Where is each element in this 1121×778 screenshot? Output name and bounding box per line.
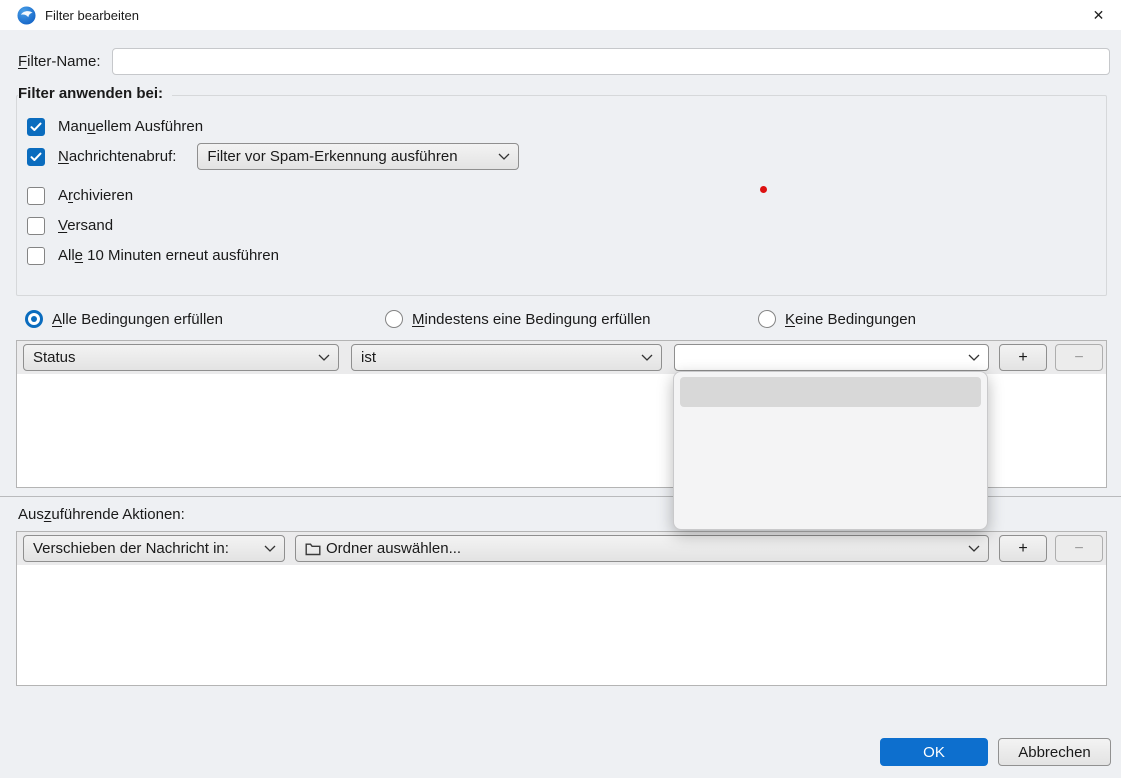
fetch-mail-checkbox[interactable] <box>27 148 45 166</box>
chevron-down-icon <box>318 354 330 361</box>
condition-operator-value: ist <box>361 349 635 366</box>
apply-when-group: Filter anwenden bei: Manuellem Ausführen… <box>16 95 1107 296</box>
radio-match-any-label: Mindestens eine Bedingung erfüllen <box>412 311 651 328</box>
ok-button[interactable]: OK <box>880 738 988 766</box>
chevron-down-icon <box>264 545 276 552</box>
archive-checkbox[interactable] <box>27 187 45 205</box>
manual-run-label: Manuellem Ausführen <box>58 118 203 135</box>
action-type-dropdown[interactable]: Verschieben der Nachricht in: <box>23 535 285 562</box>
radio-match-any[interactable]: Mindestens eine Bedingung erfüllen <box>385 308 651 330</box>
chevron-down-icon <box>498 153 510 160</box>
checkbox-row-manual: Manuellem Ausführen <box>27 113 203 140</box>
plus-icon: + <box>1018 540 1027 558</box>
apply-when-legend: Filter anwenden bei: <box>18 85 172 102</box>
window-title: Filter bearbeiten <box>45 8 139 23</box>
condition-row: Status ist + − <box>17 341 1106 374</box>
action-type-value: Verschieben der Nachricht in: <box>33 540 258 557</box>
periodic-run-checkbox[interactable] <box>27 247 45 265</box>
condition-add-button[interactable]: + <box>999 344 1047 371</box>
check-icon <box>30 152 42 162</box>
popup-item-selected[interactable] <box>680 377 981 407</box>
close-icon: ✕ <box>1093 7 1105 24</box>
filter-name-label: Filter-Name: <box>18 53 101 70</box>
filter-name-input[interactable] <box>112 48 1110 75</box>
radio-icon <box>25 310 43 328</box>
filter-edit-dialog: Filter bearbeiten ✕ Filter-Name: Filter … <box>0 0 1121 778</box>
close-button[interactable]: ✕ <box>1076 0 1121 30</box>
plus-icon: + <box>1018 349 1027 367</box>
condition-operator-dropdown[interactable]: ist <box>351 344 662 371</box>
condition-value-dropdown[interactable] <box>674 344 989 371</box>
thunderbird-icon <box>17 6 36 25</box>
action-remove-button[interactable]: − <box>1055 535 1103 562</box>
manual-run-checkbox[interactable] <box>27 118 45 136</box>
radio-match-all-label: Alle Bedingungen erfüllen <box>52 311 223 328</box>
periodic-run-label: Alle 10 Minuten erneut ausführen <box>58 247 279 264</box>
minus-icon: − <box>1074 540 1083 558</box>
check-icon <box>30 122 42 132</box>
radio-match-none[interactable]: Keine Bedingungen <box>758 308 916 330</box>
spam-timing-value: Filter vor Spam-Erkennung ausführen <box>207 148 492 165</box>
chevron-down-icon <box>968 545 980 552</box>
cancel-button-label: Abbrechen <box>1018 744 1091 761</box>
chevron-down-icon <box>641 354 653 361</box>
minus-icon: − <box>1074 349 1083 367</box>
send-label: Versand <box>58 217 113 234</box>
cancel-button[interactable]: Abbrechen <box>998 738 1111 766</box>
ok-button-label: OK <box>923 744 945 761</box>
radio-match-none-label: Keine Bedingungen <box>785 311 916 328</box>
send-checkbox[interactable] <box>27 217 45 235</box>
action-add-button[interactable]: + <box>999 535 1047 562</box>
cursor-dot <box>760 186 767 193</box>
checkbox-row-archive: Archivieren <box>27 182 133 209</box>
condition-remove-button[interactable]: − <box>1055 344 1103 371</box>
chevron-down-icon <box>968 354 980 361</box>
actions-label: Auszuführende Aktionen: <box>18 506 185 523</box>
folder-icon <box>305 542 321 556</box>
archive-label: Archivieren <box>58 187 133 204</box>
condition-value-popup <box>673 371 988 530</box>
condition-attribute-dropdown[interactable]: Status <box>23 344 339 371</box>
condition-attribute-value: Status <box>33 349 312 366</box>
titlebar: Filter bearbeiten ✕ <box>0 0 1121 30</box>
fetch-mail-label: Nachrichtenabruf: <box>58 148 176 165</box>
checkbox-row-fetch: Nachrichtenabruf: Filter vor Spam-Erkenn… <box>27 143 519 170</box>
action-row: Verschieben der Nachricht in: Ordner aus… <box>17 532 1106 565</box>
action-target-folder-dropdown[interactable]: Ordner auswählen... <box>295 535 989 562</box>
radio-icon <box>758 310 776 328</box>
actions-list: Verschieben der Nachricht in: Ordner aus… <box>16 531 1107 686</box>
action-target-folder-value: Ordner auswählen... <box>326 540 962 557</box>
spam-timing-dropdown[interactable]: Filter vor Spam-Erkennung ausführen <box>197 143 519 170</box>
radio-match-all[interactable]: Alle Bedingungen erfüllen <box>25 308 223 330</box>
checkbox-row-periodic: Alle 10 Minuten erneut ausführen <box>27 242 279 269</box>
checkbox-row-send: Versand <box>27 212 113 239</box>
radio-icon <box>385 310 403 328</box>
filter-name-row: Filter-Name: <box>18 47 1110 75</box>
